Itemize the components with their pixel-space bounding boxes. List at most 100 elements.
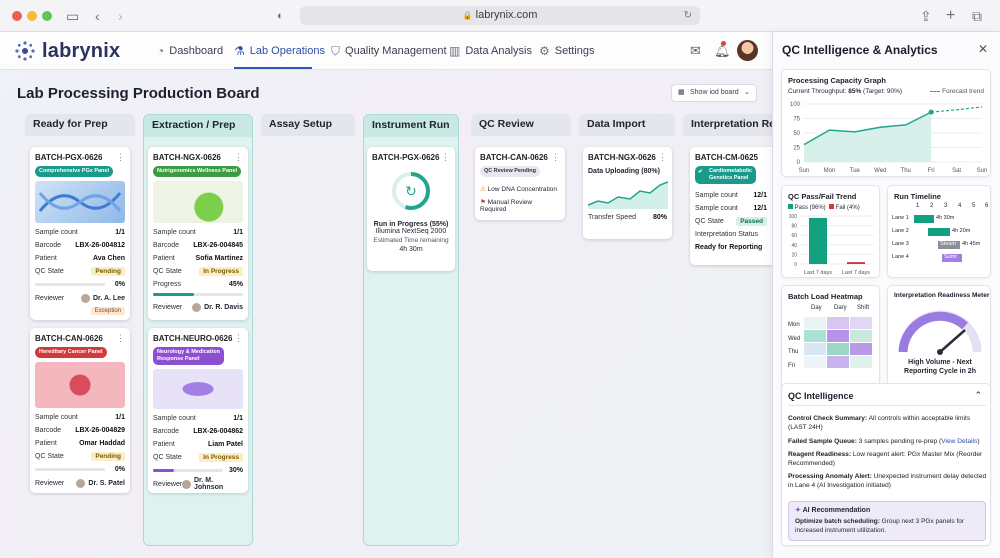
batch-card[interactable]: BATCH-NEURO-0626 ⋮ Neurology & Medication… <box>148 328 248 493</box>
qc-item-key: Processing Anomaly Alert: <box>788 473 872 480</box>
avatar <box>182 479 191 489</box>
panel-title: QC Intelligence & Analytics <box>782 43 938 57</box>
ai-recommendation[interactable]: ✦ AI Recommendation Optimize batch sched… <box>788 501 986 541</box>
bar <box>847 262 865 264</box>
calendar-icon: ▦ <box>678 89 685 96</box>
heatmap-cell <box>804 330 826 342</box>
reload-icon[interactable]: ↻ <box>684 6 692 25</box>
divider <box>788 405 986 406</box>
progress-percent: 0% <box>114 466 125 473</box>
exception-badge[interactable]: Exception <box>90 307 125 315</box>
lane-label: Lane 1 <box>892 215 909 221</box>
more-options-icon[interactable]: ⋮ <box>658 152 667 163</box>
nav-label: Data Analysis <box>465 45 532 57</box>
y-tick-label: 20 <box>791 252 797 258</box>
logo-mark-icon <box>15 41 35 61</box>
more-options-icon[interactable]: ⋮ <box>441 152 450 163</box>
qc-analytics-panel: QC Intelligence & Analytics ✕ Processing… <box>772 32 1000 558</box>
status-badge: In Progress <box>199 453 243 462</box>
nav-settings[interactable]: ⚙ Settings <box>539 32 595 70</box>
qc-item-key: Control Check Summary: <box>788 415 868 422</box>
batch-card[interactable]: BATCH-NGX-0626 ⋮ Nutrigenomics Wellness P… <box>148 147 248 320</box>
batch-card[interactable]: BATCH-CAN-0626 ⋮ QC Review Pending ⚠ Low … <box>475 147 565 220</box>
heatmap-row-label: Wed <box>788 335 801 342</box>
maximize-window-button[interactable] <box>42 11 52 21</box>
more-options-icon[interactable]: ⋮ <box>116 333 125 344</box>
batch-id: BATCH-PGX-0626 <box>372 153 440 162</box>
batch-card[interactable]: BATCH-NGX-0626 ⋮ Data Uploading (80%) Tra… <box>583 147 672 239</box>
y-tick-label: 100 <box>789 214 798 220</box>
view-details-link[interactable]: View Details <box>941 438 977 445</box>
nav-label: Dashboard <box>169 45 224 57</box>
close-icon[interactable]: ✕ <box>978 42 988 56</box>
heatmap-cell <box>827 330 849 342</box>
batch-id: BATCH-CM-0625 <box>695 153 758 162</box>
more-options-icon[interactable]: ⋮ <box>551 152 560 163</box>
reviewer: Dr. R. Davis <box>204 303 243 311</box>
logo[interactable]: labrynix <box>14 40 120 62</box>
lane-duration: 4h 30m <box>936 215 955 221</box>
forecast-line <box>931 106 983 113</box>
status-badge: Passed <box>736 217 767 226</box>
shield-icon[interactable]: ◐ <box>277 8 284 24</box>
progress-bar <box>35 468 105 471</box>
readiness-label: Reporting Cycle in 2h <box>904 368 976 375</box>
field-label: Barcode <box>153 242 180 249</box>
dna-image <box>35 181 125 223</box>
chevron-up-icon[interactable]: ⌃ <box>974 390 982 401</box>
progress-bar <box>153 293 243 296</box>
avatar <box>76 478 86 488</box>
x-tick-label: Sat <box>952 168 961 174</box>
nav-dashboard[interactable]: ◔ Dashboard <box>157 32 223 70</box>
nav-lab-operations[interactable]: ⚗ Lab Operations <box>234 32 325 70</box>
batch-card[interactable]: BATCH-CM-0625 ✔ Cardiometabolic Genetics P… <box>690 147 772 265</box>
batch-card[interactable]: BATCH-PGX-0626 ⋮ Comprehensive PGx Panel … <box>30 147 130 320</box>
avatar[interactable] <box>737 40 758 61</box>
x-tick-label: Tue <box>850 168 861 174</box>
share-icon[interactable]: ⇪ <box>920 8 932 24</box>
active-nav-indicator <box>234 67 312 69</box>
progress-percent: 45% <box>228 281 243 288</box>
panel-tag: Nutrigenomics Wellness Panel <box>153 166 241 177</box>
batch-card[interactable]: BATCH-PGX-0626 ⋮ ↻ Run in Progress (55%) … <box>367 147 455 271</box>
flag-icon: ⚑ <box>480 199 486 206</box>
heatmap-grid <box>804 317 872 368</box>
field-label: Reviewer <box>153 480 183 488</box>
status-badge: Pending <box>91 267 125 276</box>
progress-percent: 30% <box>228 467 243 474</box>
column-header: Ready for Prep <box>25 114 135 136</box>
area-fill <box>804 112 932 162</box>
timeline-tick: 2 <box>930 203 934 209</box>
upload-status: Data Uploading (80%) <box>588 168 660 175</box>
bell-icon[interactable]: 🔔︎ <box>714 41 731 59</box>
batch-id: BATCH-CAN-0626 <box>480 153 548 162</box>
address-bar[interactable]: 🔒 labrynix.com ↻ <box>300 6 700 25</box>
panel-tag: Comprehensive PGx Panel <box>35 166 113 177</box>
eta-label: Estimated Time remaining <box>373 237 449 244</box>
qc-item-value: 3 samples pending re-prep ( <box>856 438 942 445</box>
eta-value: 4h 30m <box>399 246 423 253</box>
new-tab-icon[interactable]: + <box>946 8 955 24</box>
more-options-icon[interactable]: ⋮ <box>234 152 243 163</box>
batch-card[interactable]: BATCH-CAN-0626 ⋮ Hereditary Cancer Panel … <box>30 328 130 493</box>
field-label: Barcode <box>35 242 62 249</box>
x-tick-label: Fri <box>928 168 935 174</box>
y-tick-label: 50 <box>793 131 800 137</box>
back-icon[interactable]: ‹ <box>95 8 100 24</box>
sidebar-toggle-icon[interactable]: ▭ <box>66 8 79 24</box>
close-window-button[interactable] <box>12 11 22 21</box>
nav-data-analysis[interactable]: ▥ Data Analysis <box>449 32 532 70</box>
heatmap-cell <box>827 356 849 368</box>
minimize-window-button[interactable] <box>27 11 37 21</box>
qc-item: Failed Sample Queue: 3 samples pending r… <box>788 438 988 447</box>
legend-swatch <box>788 204 793 209</box>
more-options-icon[interactable]: ⋮ <box>234 333 243 344</box>
forward-icon[interactable]: › <box>118 8 123 24</box>
nav-quality-management[interactable]: ⛉ Quality Management <box>331 32 447 70</box>
mail-icon[interactable]: ✉ <box>690 43 701 59</box>
tabs-overview-icon[interactable]: ⧉ <box>972 8 982 24</box>
more-options-icon[interactable]: ⋮ <box>116 152 125 163</box>
show-board-dropdown[interactable]: ▦ Show iod board ⌄ <box>671 84 757 102</box>
timeline-tick: 5 <box>972 203 976 209</box>
field-label: Barcode <box>153 428 180 435</box>
